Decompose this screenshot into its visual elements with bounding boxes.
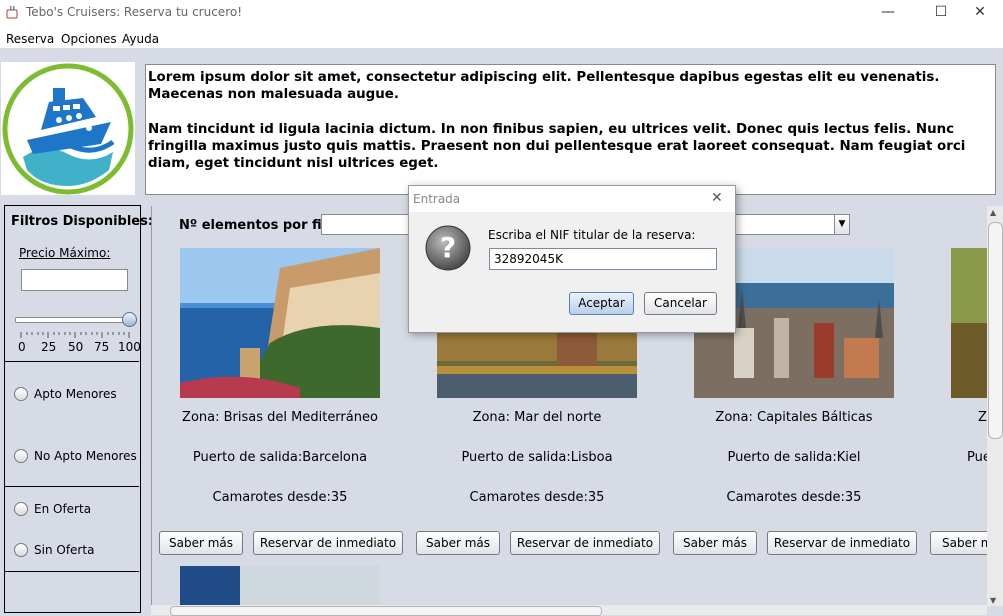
sin-oferta-label[interactable]: Sin Oferta	[34, 543, 94, 557]
description-paragraph-2: Nam tincidunt id ligula lacinia dictum. …	[148, 122, 966, 171]
menu-reserva[interactable]: Reserva	[6, 32, 54, 46]
accept-button[interactable]: Aceptar	[569, 292, 634, 315]
nif-input[interactable]: 32892045K	[489, 248, 717, 270]
filters-title: Filtros Disponibles:	[11, 214, 154, 229]
rows-per-line-input[interactable]	[321, 214, 409, 235]
card-2-saber-mas-button[interactable]: Saber más	[416, 531, 500, 555]
minimize-button[interactable]: —	[865, 0, 911, 26]
card-3-zona: Zona: Capitales Bálticas	[715, 410, 873, 425]
card-2-reservar-button[interactable]: Reservar de inmediato	[510, 531, 660, 555]
card-1-zona: Zona: Brisas del Mediterráneo	[182, 410, 378, 425]
apto-menores-radio[interactable]	[14, 387, 28, 401]
slider-tick-75: 75	[94, 340, 110, 354]
card-4-puerto: Pue	[967, 450, 987, 465]
card-1-puerto: Puerto de salida:Barcelona	[192, 450, 368, 465]
en-oferta-label[interactable]: En Oferta	[34, 502, 91, 516]
scroll-up-icon[interactable]: ▲	[990, 208, 996, 217]
no-apto-menores-radio[interactable]	[14, 449, 28, 463]
window-title: Tebo's Cruisers: Reserva tu crucero!	[26, 5, 243, 19]
slider-tick-marks	[20, 327, 130, 338]
dialog-close-icon[interactable]: ✕	[711, 190, 723, 206]
card-2-puerto: Puerto de salida:Lisboa	[461, 450, 613, 465]
card-1-saber-mas-button[interactable]: Saber más	[159, 531, 243, 555]
slider-tick-0: 0	[18, 340, 26, 354]
close-window-button[interactable]: ✕	[957, 0, 1003, 26]
price-slider-thumb[interactable]	[122, 312, 137, 327]
scroll-down-icon[interactable]: ▼	[990, 596, 996, 605]
dialog-title: Entrada	[413, 192, 461, 206]
nif-input-dialog: Entrada ✕ ? Escriba el NIF titular de la…	[408, 185, 736, 333]
card-1-reservar-button[interactable]: Reservar de inmediato	[253, 531, 403, 555]
card-3-camarotes: Camarotes desde:35	[726, 490, 862, 505]
filter-divider	[4, 486, 139, 487]
menu-ayuda[interactable]: Ayuda	[122, 32, 159, 46]
sin-oferta-radio[interactable]	[14, 543, 28, 557]
dialog-prompt: Escriba el NIF titular de la reserva:	[488, 228, 696, 242]
filter-divider	[4, 361, 139, 362]
card-2-zona: Zona: Mar del norte	[472, 410, 602, 425]
apto-menores-label[interactable]: Apto Menores	[34, 387, 117, 401]
card-image-row2	[180, 566, 380, 605]
svg-text:?: ?	[440, 231, 456, 264]
no-apto-menores-label[interactable]: No Apto Menores	[34, 449, 137, 463]
card-3-reservar-button[interactable]: Reservar de inmediato	[767, 531, 917, 555]
card-3-puerto: Puerto de salida:Kiel	[727, 450, 861, 465]
rows-per-line-label: Nº elementos por fila	[179, 218, 335, 233]
card-image-mar-del-norte	[437, 331, 637, 398]
question-icon: ?	[425, 225, 471, 271]
slider-tick-100: 100	[118, 340, 141, 354]
slider-tick-50: 50	[68, 340, 84, 354]
filter-divider	[4, 571, 139, 572]
chevron-down-icon[interactable]: ▼	[834, 215, 849, 234]
price-label: Precio Máximo:	[19, 246, 111, 260]
card-4-saber-mas-button[interactable]: Saber m	[930, 531, 987, 555]
card-4-zona: Zo	[978, 410, 987, 425]
en-oferta-radio[interactable]	[14, 502, 28, 516]
description-box: Lorem ipsum dolor sit amet, consectetur …	[145, 64, 996, 195]
cancel-button[interactable]: Cancelar	[644, 292, 717, 315]
price-input[interactable]	[21, 269, 128, 291]
vertical-scroll-thumb[interactable]	[988, 222, 1003, 439]
menu-opciones[interactable]: Opciones	[61, 32, 117, 46]
java-app-icon	[6, 5, 18, 19]
slider-tick-25: 25	[41, 340, 57, 354]
price-slider-track[interactable]	[15, 317, 134, 323]
card-image-partial	[951, 248, 987, 398]
sort-combo[interactable]: ▼	[734, 214, 850, 235]
cruise-logo	[1, 62, 135, 195]
card-image-mediterraneo	[180, 248, 380, 398]
card-2-camarotes: Camarotes desde:35	[469, 490, 605, 505]
card-3-saber-mas-button[interactable]: Saber más	[673, 531, 757, 555]
card-1-camarotes: Camarotes desde:35	[212, 490, 348, 505]
description-paragraph-1: Lorem ipsum dolor sit amet, consectetur …	[148, 70, 940, 102]
